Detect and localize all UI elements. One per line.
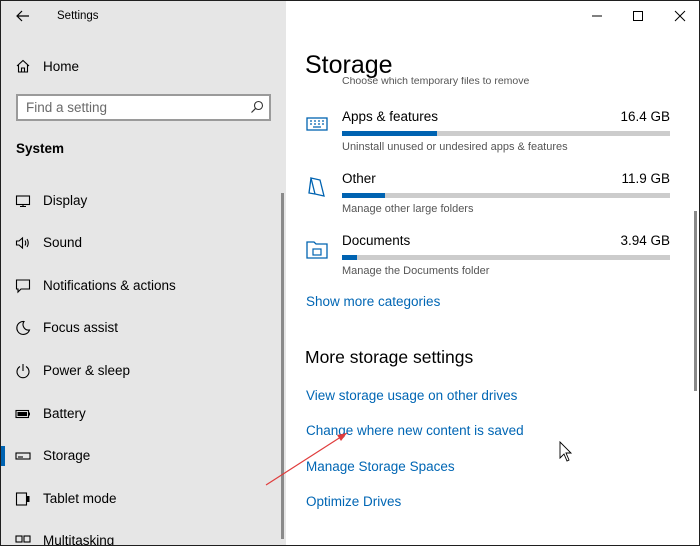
category-size: 11.9 GB: [621, 171, 670, 186]
maximize-button[interactable]: [616, 1, 660, 31]
category-description: Uninstall unused or undesired apps & fea…: [342, 141, 568, 153]
usage-bar: [342, 131, 670, 136]
sidebar-item-power-sleep[interactable]: Power & sleep: [1, 354, 276, 388]
category-size: 16.4 GB: [620, 109, 670, 124]
sidebar-item-battery[interactable]: Battery: [1, 397, 276, 431]
usage-bar-fill: [342, 131, 438, 136]
sidebar-item-label: Focus assist: [43, 320, 119, 335]
sidebar-item-display[interactable]: Display: [1, 184, 276, 218]
sidebar-item-storage[interactable]: Storage: [1, 439, 276, 473]
home-label: Home: [43, 58, 80, 74]
page-title: Storage: [305, 51, 393, 79]
sidebar-item-label: Display: [43, 193, 88, 208]
sidebar-item-sound[interactable]: Sound: [1, 226, 276, 260]
sidebar-item-label: Tablet mode: [43, 491, 117, 506]
change-new-content-location-link[interactable]: Change where new content is saved: [306, 423, 524, 438]
multitasking-icon: [15, 535, 31, 543]
category-name: Apps & features: [342, 109, 439, 124]
close-icon: [674, 10, 686, 22]
storage-icon: [15, 452, 31, 460]
main-content: Storage Choose which temporary files to …: [286, 1, 699, 545]
category-apps-features[interactable]: Apps & features 16.4 GB Uninstall unused…: [305, 109, 670, 165]
app-title: Settings: [57, 10, 99, 22]
usage-bar: [342, 255, 670, 260]
sidebar-item-label: Power & sleep: [43, 363, 131, 378]
sidebar: Settings Home Find a setting System Disp…: [1, 1, 286, 546]
home-icon: [16, 59, 30, 73]
documents-icon: [306, 241, 328, 259]
sidebar-scrollbar[interactable]: [281, 193, 284, 539]
focus-assist-icon: [16, 320, 31, 336]
category-size: 3.94 GB: [620, 233, 670, 248]
title-bar: Settings: [1, 1, 286, 33]
back-button[interactable]: [7, 3, 39, 29]
apps-features-icon: [306, 117, 328, 131]
home-nav-item[interactable]: Home: [15, 54, 275, 78]
manage-storage-spaces-link[interactable]: Manage Storage Spaces: [306, 459, 455, 474]
sidebar-item-label: Notifications & actions: [43, 278, 176, 293]
search-input[interactable]: Find a setting: [16, 94, 271, 121]
sidebar-item-label: Multitasking: [43, 533, 115, 546]
sidebar-item-notifications[interactable]: Notifications & actions: [1, 269, 276, 303]
settings-window: Settings Home Find a setting System Disp…: [0, 0, 700, 546]
search-icon[interactable]: [250, 100, 264, 114]
power-icon: [16, 364, 30, 379]
maximize-icon: [633, 11, 643, 21]
selection-indicator: [1, 446, 5, 466]
display-icon: [15, 195, 31, 208]
category-name: Other: [342, 171, 376, 186]
usage-bar: [342, 193, 670, 198]
optimize-drives-link[interactable]: Optimize Drives: [306, 494, 401, 509]
sidebar-item-label: Sound: [43, 235, 83, 250]
minimize-icon: [592, 15, 602, 17]
usage-bar-fill: [342, 255, 357, 260]
sidebar-item-focus-assist[interactable]: Focus assist: [1, 311, 276, 345]
other-icon: [308, 177, 325, 197]
usage-bar-fill: [342, 193, 385, 198]
sidebar-item-label: Battery: [43, 406, 86, 421]
view-storage-other-drives-link[interactable]: View storage usage on other drives: [306, 388, 517, 403]
category-description: Manage the Documents folder: [342, 265, 490, 277]
sidebar-item-label: Storage: [43, 448, 91, 463]
back-arrow-icon: [16, 10, 29, 22]
sidebar-item-tablet-mode[interactable]: Tablet mode: [1, 482, 276, 516]
more-storage-settings-heading: More storage settings: [305, 347, 474, 367]
category-name: Documents: [342, 233, 411, 248]
category-other[interactable]: Other 11.9 GB Manage other large folders: [305, 171, 670, 227]
sound-icon: [15, 236, 29, 250]
clipped-description: Choose which temporary files to remove: [342, 77, 530, 86]
show-more-categories-link[interactable]: Show more categories: [306, 294, 440, 309]
minimize-button[interactable]: [575, 1, 619, 31]
sidebar-item-multitasking[interactable]: Multitasking: [1, 524, 276, 546]
notifications-icon: [15, 279, 31, 294]
main-scrollbar[interactable]: [694, 211, 697, 391]
section-label-system: System: [16, 141, 65, 156]
tablet-mode-icon: [15, 492, 30, 506]
close-button[interactable]: [658, 1, 699, 31]
battery-icon: [15, 409, 30, 419]
category-description: Manage other large folders: [342, 203, 474, 215]
search-placeholder: Find a setting: [26, 100, 108, 115]
category-documents[interactable]: Documents 3.94 GB Manage the Documents f…: [305, 233, 670, 289]
